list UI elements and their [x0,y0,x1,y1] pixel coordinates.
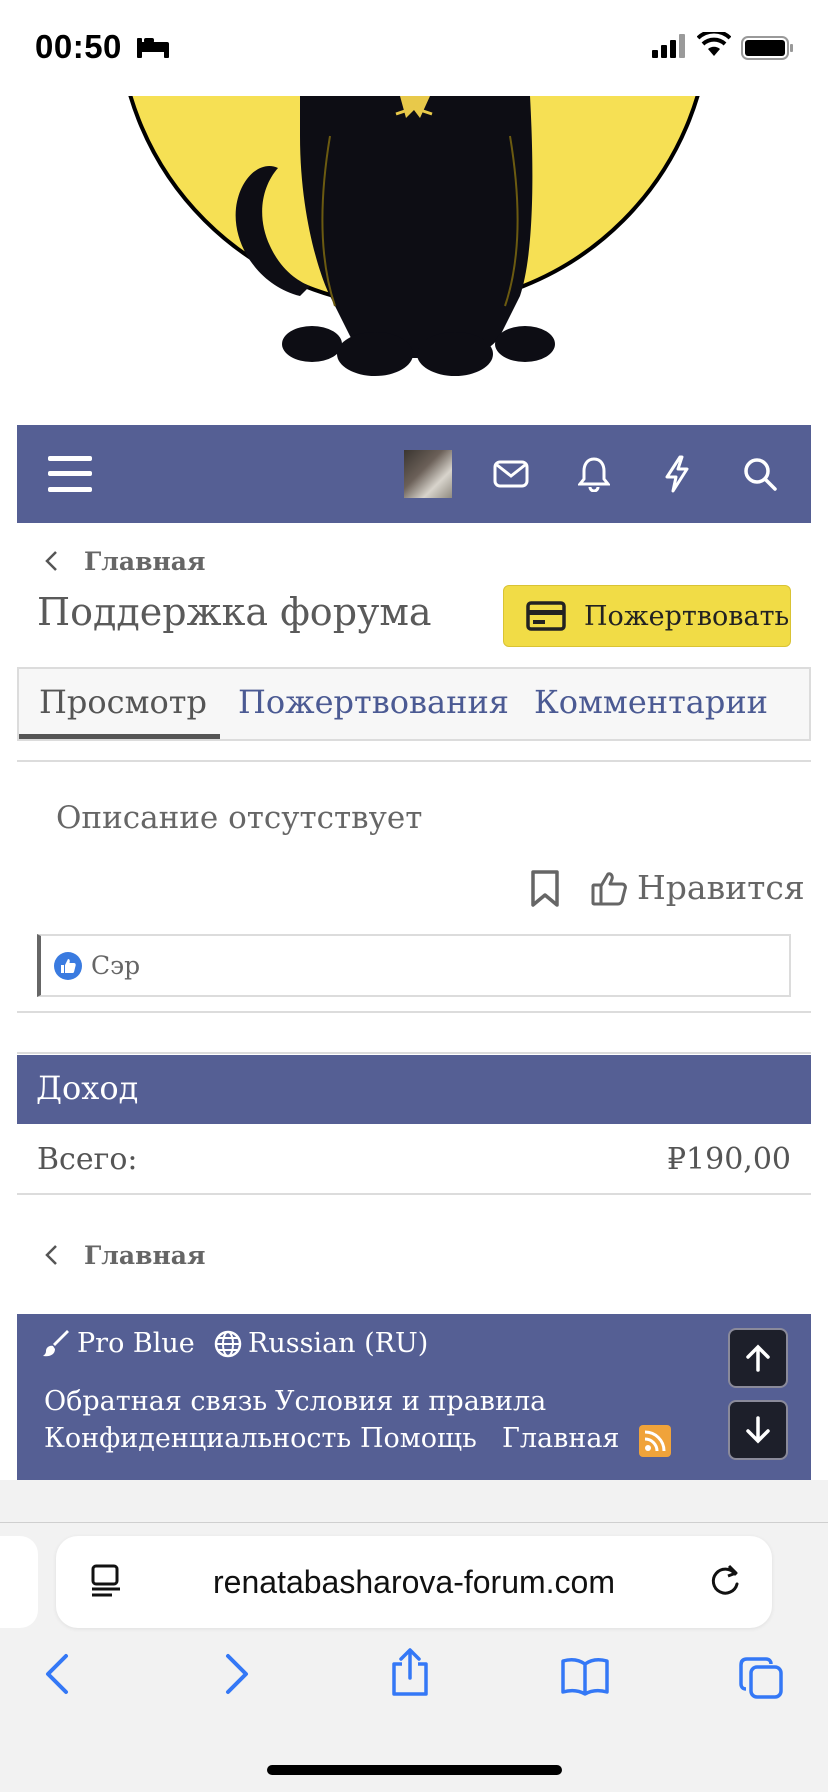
menu-icon[interactable] [45,449,95,499]
reload-icon[interactable] [708,1562,742,1598]
tab-view[interactable]: Просмотр [39,683,207,721]
style-label: Pro Blue [77,1328,195,1359]
divider [17,1052,811,1054]
footer: Pro Blue Russian (RU) Обратная связь Усл… [17,1314,811,1480]
divider [17,1011,811,1013]
tab-bar: Просмотр Пожертвования Комментарии [17,667,811,741]
share-icon[interactable] [390,1648,430,1696]
forward-icon[interactable] [222,1652,252,1696]
arrow-down-icon [746,1416,770,1444]
like-reaction-icon [54,951,82,980]
bolt-icon[interactable] [652,449,702,499]
breadcrumb[interactable]: Главная [44,543,205,579]
globe-icon [214,1330,242,1357]
back-icon[interactable] [42,1652,72,1696]
total-label: Всего: [37,1142,138,1177]
site-logo[interactable] [0,96,828,426]
browser-toolbar: renatabasharova-forum.com [0,1480,828,1792]
tab-comments[interactable]: Комментарии [534,683,768,721]
divider [17,1193,811,1195]
language-chooser[interactable]: Russian (RU) [214,1328,428,1359]
address-bar[interactable]: renatabasharova-forum.com [56,1536,772,1628]
thumbs-up-icon [591,871,627,905]
description-text: Описание отсутствует [56,800,423,836]
scroll-bottom-button[interactable] [728,1400,788,1460]
divider [17,760,811,762]
rss-icon[interactable] [639,1425,671,1457]
user-avatar[interactable] [404,450,452,498]
donate-label: Пожертвовать [584,600,790,632]
bookmark-icon[interactable] [530,870,560,908]
url-text: renatabasharova-forum.com [213,1564,615,1600]
footer-link-help[interactable]: Помощь [360,1423,477,1454]
cell-signal-icon [652,34,685,58]
total-value: ₽190,00 [666,1142,791,1177]
cat-logo-image [128,96,700,376]
language-label: Russian (RU) [248,1328,429,1359]
chevron-left-icon [45,551,57,571]
income-title: Доход [36,1069,139,1107]
paint-brush-icon [43,1329,69,1356]
income-header: Доход [17,1055,811,1124]
likes-list: Сэр [37,934,791,997]
breadcrumb-label: Главная [84,546,206,576]
active-tab-indicator [19,734,220,739]
search-icon[interactable] [735,449,785,499]
divider [0,1522,828,1523]
footer-link-home[interactable]: Главная [502,1423,619,1454]
scroll-top-button[interactable] [728,1328,788,1388]
home-indicator [267,1765,562,1775]
like-button[interactable]: Нравится [591,868,805,907]
footer-link-feedback[interactable]: Обратная связь [44,1386,267,1417]
breadcrumb-bottom[interactable]: Главная [44,1237,205,1273]
footer-link-privacy[interactable]: Конфиденциальность [44,1423,351,1454]
previous-tab-preview[interactable] [0,1536,38,1628]
arrow-up-icon [746,1344,770,1372]
bookmarks-icon[interactable] [560,1656,610,1696]
wifi-icon [697,32,731,56]
style-chooser[interactable]: Pro Blue [43,1328,195,1359]
status-time: 00:50 [35,28,122,65]
sleep-focus-icon [137,38,169,58]
credit-card-icon [526,601,566,631]
breadcrumb-label: Главная [84,1240,206,1270]
bell-icon[interactable] [569,449,619,499]
tab-donations[interactable]: Пожертвования [238,683,509,721]
main-navbar [17,425,811,523]
footer-link-terms[interactable]: Условия и правила [275,1386,546,1417]
likes-user[interactable]: Сэр [91,951,140,980]
chevron-left-icon [45,1245,57,1265]
status-bar: 00:50 [0,0,828,96]
page-title: Поддержка форума [37,590,432,634]
battery-icon [741,36,793,60]
mail-icon[interactable] [486,449,536,499]
like-label: Нравится [637,868,805,907]
donate-button[interactable]: Пожертвовать [503,585,791,647]
tabs-icon[interactable] [738,1656,784,1700]
